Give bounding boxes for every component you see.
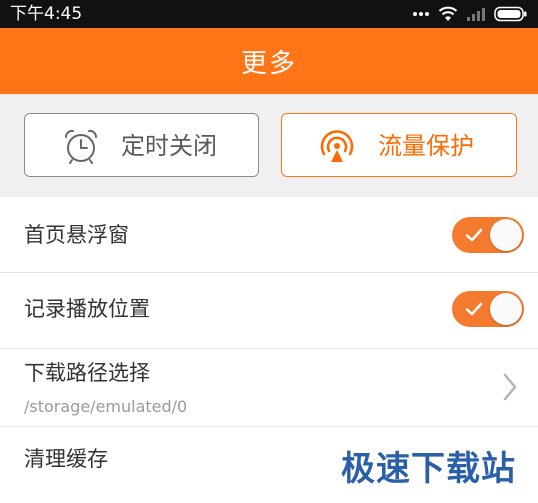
download-path-label: 下载路径选择 <box>24 361 150 385</box>
play-position-toggle[interactable] <box>452 291 524 327</box>
traffic-protect-label: 流量保护 <box>378 132 474 160</box>
download-path-row[interactable]: 下载路径选择 /storage/emulated/0 <box>0 349 538 427</box>
play-position-row[interactable]: 记录播放位置 <box>0 273 538 349</box>
timer-close-button[interactable]: 定时关闭 <box>24 113 259 177</box>
floating-window-row[interactable]: 首页悬浮窗 <box>0 197 538 273</box>
toggle-knob <box>490 219 522 251</box>
timer-close-label: 定时关闭 <box>121 132 217 160</box>
toggle-knob <box>490 293 522 325</box>
screen: 下午4:45 更多 定时关闭 流量保护 首页悬浮窗 记录播放位置 下载路径选择 … <box>0 0 538 503</box>
quick-actions: 定时关闭 流量保护 <box>0 94 538 197</box>
status-bar: 下午4:45 <box>0 0 538 28</box>
status-icons <box>412 4 528 24</box>
status-time: 下午4:45 <box>10 4 83 24</box>
check-icon <box>465 302 483 316</box>
floating-window-toggle[interactable] <box>452 217 524 253</box>
alarm-clock-icon <box>63 128 99 164</box>
wifi-icon <box>438 6 458 22</box>
signal-icon <box>466 6 486 22</box>
play-position-label: 记录播放位置 <box>24 297 150 321</box>
more-dots-icon <box>412 11 430 17</box>
battery-icon <box>494 6 528 22</box>
traffic-protect-icon <box>318 128 354 164</box>
header: 更多 <box>0 28 538 94</box>
watermark: 极速下载站 <box>341 449 516 489</box>
check-icon <box>465 228 483 242</box>
floating-window-label: 首页悬浮窗 <box>24 223 129 247</box>
download-path-value: /storage/emulated/0 <box>24 397 188 416</box>
traffic-protect-button[interactable]: 流量保护 <box>281 113 517 177</box>
chevron-right-icon <box>503 373 517 401</box>
page-title: 更多 <box>240 48 297 79</box>
clear-cache-label: 清理缓存 <box>24 447 108 471</box>
